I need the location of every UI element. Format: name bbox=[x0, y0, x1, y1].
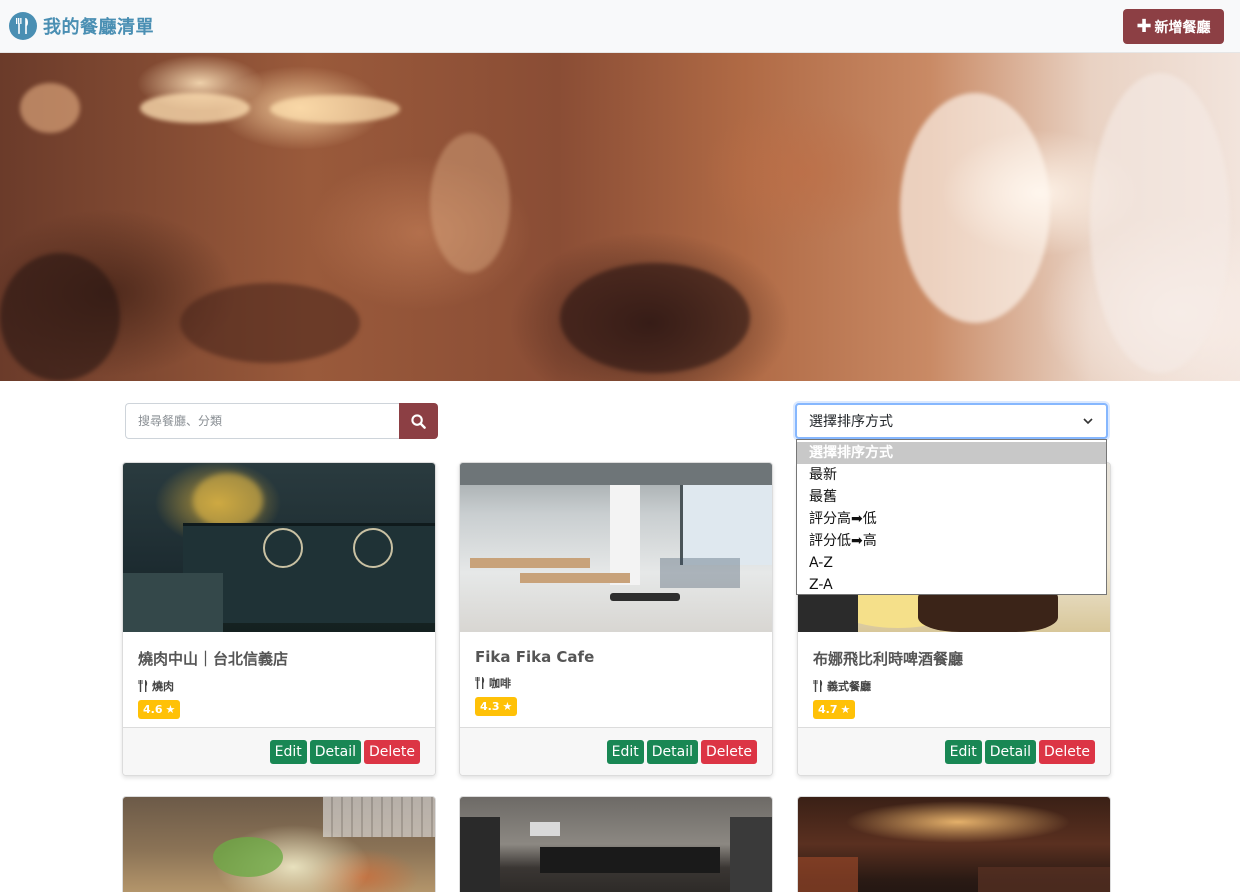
brand-title: 我的餐廳清單 bbox=[43, 17, 154, 38]
delete-button[interactable]: Delete bbox=[1039, 740, 1095, 764]
restaurant-photo[interactable] bbox=[460, 797, 772, 892]
plus-icon: ✚ bbox=[1136, 15, 1152, 37]
sort-option[interactable]: 選擇排序方式 bbox=[797, 442, 1106, 464]
restaurant-photo[interactable] bbox=[123, 797, 435, 892]
delete-button[interactable]: Delete bbox=[364, 740, 420, 764]
hero-banner bbox=[0, 53, 1240, 381]
card-footer: Edit Detail Delete bbox=[123, 727, 435, 775]
add-restaurant-button[interactable]: ✚ 新增餐廳 bbox=[1123, 9, 1224, 44]
restaurant-card[interactable] bbox=[459, 796, 773, 892]
edit-button[interactable]: Edit bbox=[606, 740, 644, 764]
sort-select[interactable]: 選擇排序方式 bbox=[795, 403, 1108, 439]
search-bar bbox=[125, 403, 438, 439]
rating-value: 4.7 bbox=[818, 703, 838, 716]
rating-badge: 4.7 ★ bbox=[813, 700, 856, 719]
restaurant-card[interactable]: 燒肉中山｜台北信義店 燒肉 4.6 ★ Edit Detail Delete bbox=[122, 462, 436, 776]
chevron-down-icon bbox=[1083, 418, 1093, 425]
restaurant-card[interactable] bbox=[122, 796, 436, 892]
restaurant-name: 布娜飛比利時啤酒餐廳 bbox=[813, 650, 964, 668]
edit-button[interactable]: Edit bbox=[944, 740, 982, 764]
utensils-icon bbox=[475, 677, 485, 689]
detail-button[interactable]: Detail bbox=[646, 740, 698, 764]
navbar: 我的餐廳清單 ✚ 新增餐廳 bbox=[0, 0, 1240, 53]
utensils-icon bbox=[813, 680, 823, 692]
restaurant-photo[interactable] bbox=[460, 463, 772, 632]
detail-button[interactable]: Detail bbox=[984, 740, 1036, 764]
utensils-icon bbox=[138, 680, 148, 692]
category-label: 燒肉 bbox=[152, 680, 174, 693]
category-label: 咖啡 bbox=[489, 677, 511, 690]
search-input[interactable] bbox=[125, 403, 399, 439]
restaurant-name: 燒肉中山｜台北信義店 bbox=[138, 650, 289, 668]
rating-value: 4.6 bbox=[143, 703, 163, 716]
restaurant-category: 義式餐廳 bbox=[813, 678, 1095, 694]
detail-button[interactable]: Detail bbox=[309, 740, 361, 764]
card-footer: Edit Detail Delete bbox=[460, 727, 772, 775]
sort-selected-value: 選擇排序方式 bbox=[809, 414, 893, 430]
search-icon bbox=[411, 413, 426, 429]
edit-button[interactable]: Edit bbox=[269, 740, 307, 764]
restaurant-card[interactable]: Fika Fika Cafe 咖啡 4.3 ★ Edit Detail Dele… bbox=[459, 462, 773, 776]
search-button[interactable] bbox=[399, 403, 438, 439]
category-label: 義式餐廳 bbox=[827, 680, 871, 693]
rating-badge: 4.3 ★ bbox=[475, 697, 518, 716]
sort-option[interactable]: A-Z bbox=[797, 552, 1106, 574]
restaurant-photo[interactable] bbox=[123, 463, 435, 632]
restaurant-category: 咖啡 bbox=[475, 675, 757, 691]
sort-option[interactable]: Z-A bbox=[797, 574, 1106, 596]
brand[interactable]: 我的餐廳清單 bbox=[9, 12, 154, 40]
utensils-icon bbox=[9, 12, 37, 40]
card-footer: Edit Detail Delete bbox=[798, 727, 1110, 775]
sort-option[interactable]: 最新 bbox=[797, 464, 1106, 486]
restaurant-name: Fika Fika Cafe bbox=[475, 648, 595, 666]
star-icon: ★ bbox=[165, 703, 176, 716]
add-restaurant-label: 新增餐廳 bbox=[1154, 19, 1211, 36]
rating-value: 4.3 bbox=[480, 700, 500, 713]
restaurant-photo[interactable] bbox=[798, 797, 1110, 892]
star-icon: ★ bbox=[502, 700, 513, 713]
sort-option[interactable]: 評分高➡低 bbox=[797, 508, 1106, 530]
delete-button[interactable]: Delete bbox=[701, 740, 757, 764]
sort-dropdown: 選擇排序方式 最新 最舊 評分高➡低 評分低➡高 A-Z Z-A bbox=[796, 439, 1107, 595]
sort-option[interactable]: 評分低➡高 bbox=[797, 530, 1106, 552]
sort-option[interactable]: 最舊 bbox=[797, 486, 1106, 508]
star-icon: ★ bbox=[840, 703, 851, 716]
restaurant-card[interactable] bbox=[797, 796, 1111, 892]
rating-badge: 4.6 ★ bbox=[138, 700, 181, 719]
restaurant-category: 燒肉 bbox=[138, 678, 420, 694]
